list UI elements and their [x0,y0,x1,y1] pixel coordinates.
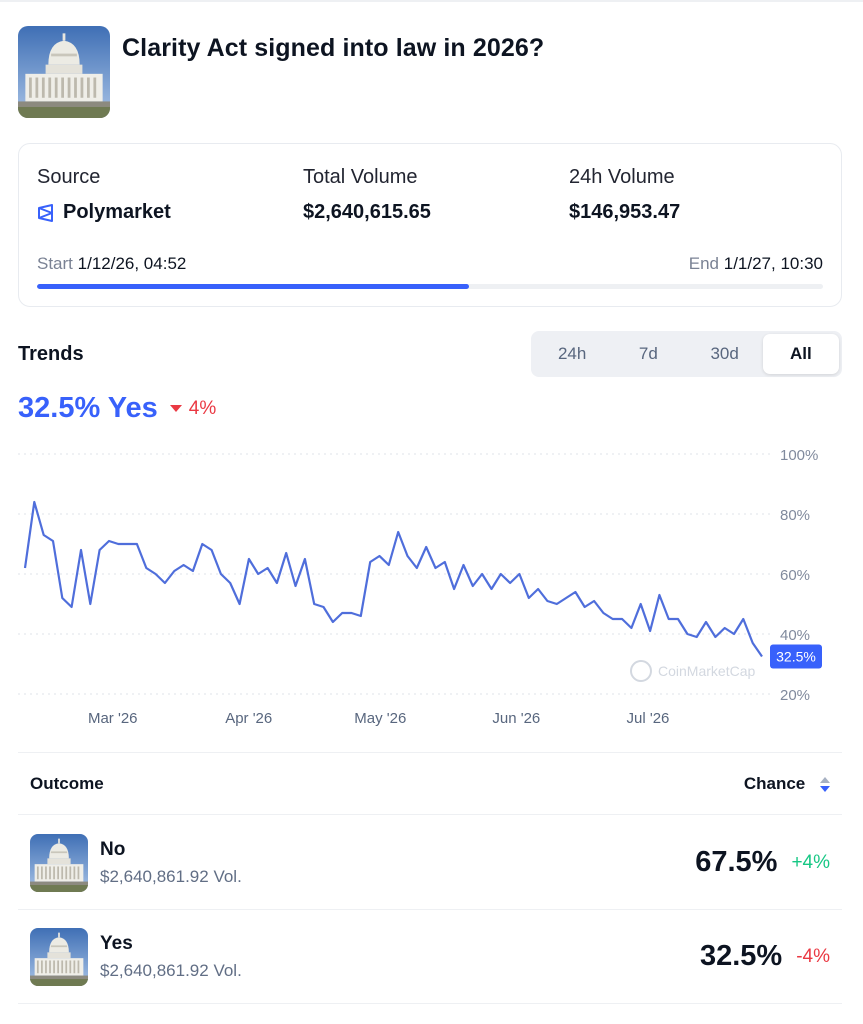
tab-7d[interactable]: 7d [610,334,686,374]
start-date: Start 1/12/26, 04:52 [37,254,186,274]
watermark-text: CoinMarketCap [658,663,756,679]
trend-chart-svg: 100% 80% 60% 40% 20% Mar '26 Apr '26 May '26 Jun… [18,447,822,727]
last-value-badge: 32.5% [770,644,822,669]
total-volume-label: Total Volume [303,166,418,188]
x-tick-label: Jun '26 [492,710,540,727]
series-line [23,500,763,658]
y-tick-label: 40% [780,627,810,644]
chance-change: -4% [796,945,830,967]
outcome-row-yes[interactable]: Yes $2,640,861.92 Vol. 32.5% -4% [18,910,842,1004]
source-label: Source [37,166,101,188]
tab-24h[interactable]: 24h [534,334,610,374]
outcome-info: Yes $2,640,861.92 Vol. [100,933,242,981]
y-tick-label: 20% [780,687,810,704]
end-label: End [688,254,719,273]
outcome-name: No [100,838,126,860]
outcome-volume: $2,640,861.92 Vol. [100,960,242,980]
market-dates: Start 1/12/26, 04:52 End 1/1/27, 10:30 [37,254,823,274]
market-header: Clarity Act signed into law in 2026? [18,26,544,118]
change-value: 4% [188,397,217,419]
total-volume-stat: Total Volume $2,640,615.65 [303,166,431,224]
source-stat: Source Polymarket [37,166,171,224]
tab-all[interactable]: All [762,334,839,374]
x-tick-label: Mar '26 [88,710,138,727]
watermark: CoinMarketCap [630,660,755,682]
outcome-volume: $2,640,861.92 Vol. [100,866,242,886]
chance-value: 32.5% [699,940,783,972]
start-value: 1/12/26, 04:52 [77,254,187,273]
chance-column-header[interactable]: Chance [744,774,830,794]
volume-24h-value: $146,953.47 [569,201,681,223]
capitol-building-icon [18,26,110,118]
y-tick-label: 60% [780,567,810,584]
outcome-chance: 32.5% -4% [700,940,830,973]
outcome-table-header: Outcome Chance [18,752,842,815]
outcome-chance: 67.5% +4% [695,846,830,879]
current-probability: 32.5% Yes 4% [18,392,216,425]
trend-chart[interactable]: 100% 80% 60% 40% 20% Mar '26 Apr '26 May '26 Jun… [0,440,863,740]
capitol-building-icon [30,927,88,986]
volume-24h-stat: 24h Volume $146,953.47 [569,166,680,224]
x-tick-label: Apr '26 [225,710,272,727]
capitol-building-icon [30,833,88,892]
source-value[interactable]: Polymarket [37,201,171,224]
timeframe-tabs: 24h 7d 30d All [531,331,842,377]
outcome-column-header: Outcome [30,773,104,793]
chance-change: +4% [791,851,830,873]
change-indicator: 4% [169,397,217,420]
chance-header-label: Chance [743,773,806,793]
outcome-info: No $2,640,861.92 Vol. [100,839,242,887]
y-tick-label: 80% [780,507,810,524]
outcome-name: Yes [100,932,133,954]
outcome-row-no[interactable]: No $2,640,861.92 Vol. 67.5% +4% [18,816,842,910]
page-title: Clarity Act signed into law in 2026? [122,34,545,62]
chance-value: 67.5% [695,846,778,878]
source-name: Polymarket [63,201,171,223]
volume-24h-label: 24h Volume [569,166,675,188]
total-volume-value: $2,640,615.65 [303,201,431,223]
x-tick-label: May '26 [354,710,406,727]
coinmarketcap-logo-icon [630,660,652,682]
top-divider [0,0,863,2]
start-label: Start [37,254,73,273]
current-value: 32.5% Yes [18,392,158,424]
end-value: 1/1/27, 10:30 [723,254,823,273]
progress-fill [37,284,470,289]
caret-down-icon [169,405,182,412]
market-stats-card: Source Polymarket Total Volume $2,640,61… [18,143,842,307]
last-value-label: 32.5% [776,649,816,665]
market-progress-bar [37,284,823,289]
polymarket-icon [38,203,53,222]
sort-icon [820,776,830,792]
trends-title: Trends [18,343,84,365]
x-tick-label: Jul '26 [626,710,669,727]
tab-30d[interactable]: 30d [687,334,763,374]
end-date: End 1/1/27, 10:30 [689,254,823,274]
y-tick-label: 100% [780,447,818,464]
